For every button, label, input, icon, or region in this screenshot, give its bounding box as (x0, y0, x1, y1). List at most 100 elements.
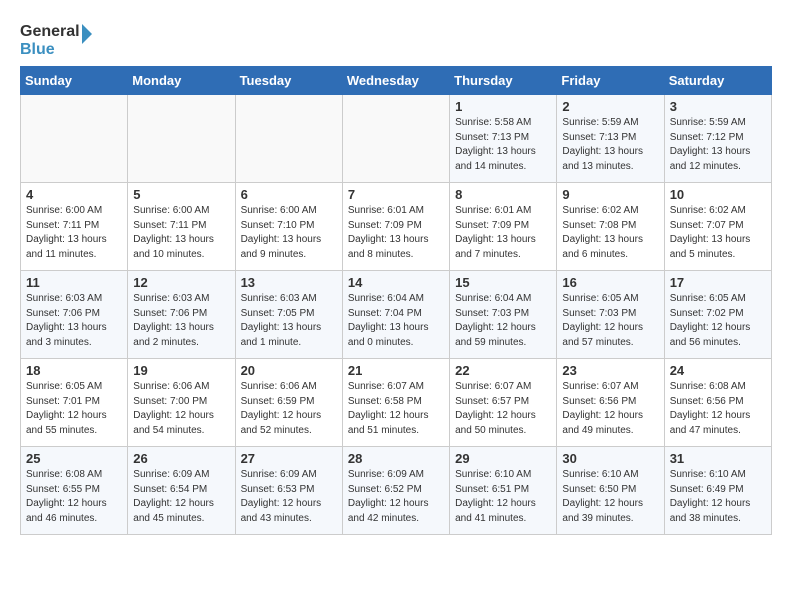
calendar-cell: 14Sunrise: 6:04 AM Sunset: 7:04 PM Dayli… (342, 271, 449, 359)
day-info: Sunrise: 6:09 AM Sunset: 6:53 PM Dayligh… (241, 468, 337, 526)
calendar-cell: 20 Sunrise: 6:06 AM Sunset: 6:59 PM Dayli… (235, 359, 342, 447)
calendar-cell: 11 Sunrise: 6:03 AM Sunset: 7:06 PM Dayli… (21, 271, 128, 359)
day-number: 12 (133, 275, 229, 290)
day-number: 18 (26, 363, 122, 378)
calendar-cell: 2Sunrise: 5:59 AM Sunset: 7:13 PM Daylig… (557, 95, 664, 183)
calendar-cell: 31Sunrise: 6:10 AM Sunset: 6:49 PM Dayli… (664, 447, 771, 535)
day-info: Sunrise: 5:58 AM Sunset: 7:13 PM Dayligh… (455, 116, 551, 174)
day-info: Sunrise: 6:10 AM Sunset: 6:49 PM Dayligh… (670, 468, 766, 526)
calendar-cell: 23 Sunrise: 6:07 AM Sunset: 6:56 PM Dayli… (557, 359, 664, 447)
day-number: 7 (348, 187, 444, 202)
calendar-cell (21, 95, 128, 183)
calendar-body: 1 Sunrise: 5:58 AM Sunset: 7:13 PM Daylig… (21, 95, 772, 535)
weekday-header-saturday: Saturday (664, 67, 771, 95)
calendar-cell: 30Sunrise: 6:10 AM Sunset: 6:50 PM Dayli… (557, 447, 664, 535)
day-info: Sunrise: 6:07 AM Sunset: 6:57 PM Dayligh… (455, 380, 551, 438)
day-info: Sunrise: 6:02 AM Sunset: 7:07 PM Dayligh… (670, 204, 766, 262)
day-number: 25 (26, 451, 122, 466)
day-number: 19 (133, 363, 229, 378)
day-info: Sunrise: 6:00 AM Sunset: 7:11 PM Dayligh… (26, 204, 122, 262)
calendar-cell: 28Sunrise: 6:09 AM Sunset: 6:52 PM Dayli… (342, 447, 449, 535)
day-info: Sunrise: 6:10 AM Sunset: 6:51 PM Dayligh… (455, 468, 551, 526)
calendar-week-row: 4 Sunrise: 6:00 AM Sunset: 7:11 PM Daylig… (21, 183, 772, 271)
weekday-header-wednesday: Wednesday (342, 67, 449, 95)
day-number: 29 (455, 451, 551, 466)
day-info: Sunrise: 6:02 AM Sunset: 7:08 PM Dayligh… (562, 204, 658, 262)
day-number: 1 (455, 99, 551, 114)
weekday-header-row: SundayMondayTuesdayWednesdayThursdayFrid… (21, 67, 772, 95)
weekday-header-friday: Friday (557, 67, 664, 95)
day-number: 3 (670, 99, 766, 114)
day-info: Sunrise: 6:07 AM Sunset: 6:56 PM Dayligh… (562, 380, 658, 438)
logo-icon: GeneralBlue (20, 20, 100, 58)
day-info: Sunrise: 6:05 AM Sunset: 7:02 PM Dayligh… (670, 292, 766, 350)
calendar-cell: 16Sunrise: 6:05 AM Sunset: 7:03 PM Dayli… (557, 271, 664, 359)
calendar-week-row: 11 Sunrise: 6:03 AM Sunset: 7:06 PM Dayli… (21, 271, 772, 359)
calendar-cell: 8 Sunrise: 6:01 AM Sunset: 7:09 PM Daylig… (450, 183, 557, 271)
day-number: 11 (26, 275, 122, 290)
day-info: Sunrise: 5:59 AM Sunset: 7:13 PM Dayligh… (562, 116, 658, 174)
day-info: Sunrise: 6:06 AM Sunset: 6:59 PM Dayligh… (241, 380, 337, 438)
weekday-header-tuesday: Tuesday (235, 67, 342, 95)
calendar-cell: 25 Sunrise: 6:08 AM Sunset: 6:55 PM Dayli… (21, 447, 128, 535)
calendar-cell: 22 Sunrise: 6:07 AM Sunset: 6:57 PM Dayli… (450, 359, 557, 447)
calendar-cell: 10Sunrise: 6:02 AM Sunset: 7:07 PM Dayli… (664, 183, 771, 271)
calendar-cell: 26 Sunrise: 6:09 AM Sunset: 6:54 PM Dayli… (128, 447, 235, 535)
day-number: 4 (26, 187, 122, 202)
day-number: 27 (241, 451, 337, 466)
day-info: Sunrise: 6:01 AM Sunset: 7:09 PM Dayligh… (455, 204, 551, 262)
page-header: GeneralBlue (20, 20, 772, 58)
calendar-cell: 19 Sunrise: 6:06 AM Sunset: 7:00 PM Dayli… (128, 359, 235, 447)
day-number: 16 (562, 275, 658, 290)
weekday-header-thursday: Thursday (450, 67, 557, 95)
calendar-cell: 6Sunrise: 6:00 AM Sunset: 7:10 PM Daylig… (235, 183, 342, 271)
day-number: 17 (670, 275, 766, 290)
day-number: 15 (455, 275, 551, 290)
day-info: Sunrise: 6:08 AM Sunset: 6:55 PM Dayligh… (26, 468, 122, 526)
calendar-cell: 12 Sunrise: 6:03 AM Sunset: 7:06 PM Dayli… (128, 271, 235, 359)
day-info: Sunrise: 6:06 AM Sunset: 7:00 PM Dayligh… (133, 380, 229, 438)
calendar-cell: 21 Sunrise: 6:07 AM Sunset: 6:58 PM Dayli… (342, 359, 449, 447)
calendar-week-row: 25 Sunrise: 6:08 AM Sunset: 6:55 PM Dayli… (21, 447, 772, 535)
weekday-header-monday: Monday (128, 67, 235, 95)
calendar-cell: 18 Sunrise: 6:05 AM Sunset: 7:01 PM Dayli… (21, 359, 128, 447)
day-number: 9 (562, 187, 658, 202)
calendar-cell: 9 Sunrise: 6:02 AM Sunset: 7:08 PM Daylig… (557, 183, 664, 271)
calendar-cell: 4 Sunrise: 6:00 AM Sunset: 7:11 PM Daylig… (21, 183, 128, 271)
calendar-cell (235, 95, 342, 183)
day-number: 24 (670, 363, 766, 378)
day-number: 21 (348, 363, 444, 378)
day-info: Sunrise: 6:05 AM Sunset: 7:01 PM Dayligh… (26, 380, 122, 438)
calendar-table: SundayMondayTuesdayWednesdayThursdayFrid… (20, 66, 772, 535)
day-number: 13 (241, 275, 337, 290)
day-number: 5 (133, 187, 229, 202)
calendar-header: SundayMondayTuesdayWednesdayThursdayFrid… (21, 67, 772, 95)
calendar-cell (128, 95, 235, 183)
day-info: Sunrise: 6:00 AM Sunset: 7:11 PM Dayligh… (133, 204, 229, 262)
calendar-cell (342, 95, 449, 183)
day-info: Sunrise: 6:03 AM Sunset: 7:06 PM Dayligh… (26, 292, 122, 350)
calendar-cell: 29 Sunrise: 6:10 AM Sunset: 6:51 PM Dayli… (450, 447, 557, 535)
day-info: Sunrise: 6:03 AM Sunset: 7:05 PM Dayligh… (241, 292, 337, 350)
day-info: Sunrise: 6:09 AM Sunset: 6:54 PM Dayligh… (133, 468, 229, 526)
day-info: Sunrise: 6:08 AM Sunset: 6:56 PM Dayligh… (670, 380, 766, 438)
day-info: Sunrise: 6:07 AM Sunset: 6:58 PM Dayligh… (348, 380, 444, 438)
day-number: 8 (455, 187, 551, 202)
day-info: Sunrise: 6:01 AM Sunset: 7:09 PM Dayligh… (348, 204, 444, 262)
calendar-cell: 3Sunrise: 5:59 AM Sunset: 7:12 PM Daylig… (664, 95, 771, 183)
day-number: 26 (133, 451, 229, 466)
calendar-cell: 7 Sunrise: 6:01 AM Sunset: 7:09 PM Daylig… (342, 183, 449, 271)
day-number: 6 (241, 187, 337, 202)
calendar-cell: 17 Sunrise: 6:05 AM Sunset: 7:02 PM Dayli… (664, 271, 771, 359)
day-info: Sunrise: 6:04 AM Sunset: 7:03 PM Dayligh… (455, 292, 551, 350)
day-number: 22 (455, 363, 551, 378)
day-info: Sunrise: 6:03 AM Sunset: 7:06 PM Dayligh… (133, 292, 229, 350)
calendar-week-row: 1 Sunrise: 5:58 AM Sunset: 7:13 PM Daylig… (21, 95, 772, 183)
day-number: 20 (241, 363, 337, 378)
calendar-cell: 1 Sunrise: 5:58 AM Sunset: 7:13 PM Daylig… (450, 95, 557, 183)
weekday-header-sunday: Sunday (21, 67, 128, 95)
day-number: 23 (562, 363, 658, 378)
day-info: Sunrise: 6:04 AM Sunset: 7:04 PM Dayligh… (348, 292, 444, 350)
day-info: Sunrise: 6:10 AM Sunset: 6:50 PM Dayligh… (562, 468, 658, 526)
calendar-cell: 24 Sunrise: 6:08 AM Sunset: 6:56 PM Dayli… (664, 359, 771, 447)
